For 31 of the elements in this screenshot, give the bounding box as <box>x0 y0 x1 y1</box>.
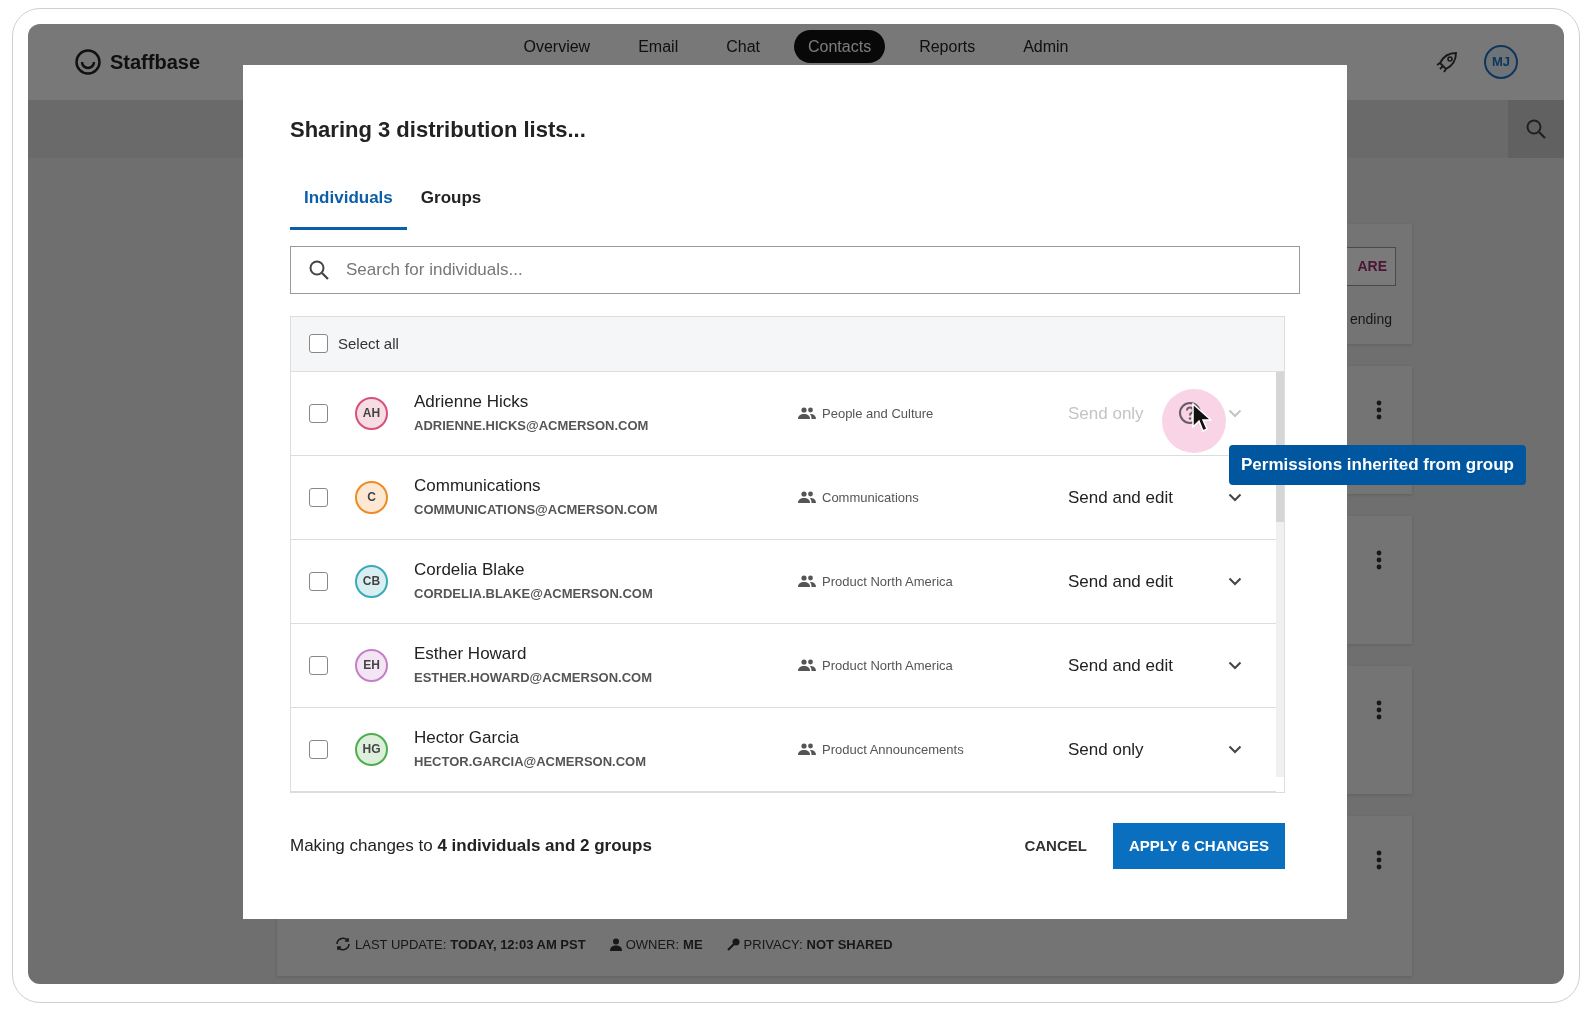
meta-label: OWNER: <box>625 935 680 954</box>
meta-label: LAST UPDATE: <box>355 935 447 954</box>
contact-name: Adrienne Hicks <box>414 391 530 414</box>
group-name: Communications <box>822 488 919 507</box>
avatar: C <box>355 480 388 514</box>
contact-name: Hector Garcia <box>414 727 520 750</box>
contact-email: ADRIENNE.HICKS@ACMERSON.COM <box>414 417 650 436</box>
tooltip: Permissions inherited from group <box>1229 445 1526 485</box>
contact-name: Esther Howard <box>414 643 528 666</box>
meta-value: ME <box>683 935 703 954</box>
contact-name: Cordelia Blake <box>414 559 526 582</box>
group-name: Product North America <box>822 572 953 591</box>
contact-email: ESTHER.HOWARD@ACMERSON.COM <box>414 669 653 688</box>
group-name: Product North America <box>822 656 953 675</box>
contact-email: COMMUNICATIONS@ACMERSON.COM <box>414 501 659 520</box>
group-name: People and Culture <box>822 404 934 423</box>
group-name: Product Announcements <box>822 740 964 759</box>
status-text: ending <box>1349 310 1392 329</box>
meta-label: PRIVACY: <box>743 935 803 954</box>
changes-summary: Making changes to 4 individuals and 2 groups <box>290 835 653 858</box>
contact-email: HECTOR.GARCIA@ACMERSON.COM <box>414 753 647 772</box>
contact-name: Communications <box>414 475 542 498</box>
avatar: AH <box>355 396 388 430</box>
dialog-title: Sharing 3 distribution lists... <box>290 117 587 144</box>
avatar: HG <box>355 732 388 766</box>
avatar: EH <box>355 648 388 682</box>
meta-value: NOT SHARED <box>806 935 893 954</box>
meta-value: TODAY, 12:03 AM PST <box>450 935 586 954</box>
permission-text: Send only <box>1068 402 1145 425</box>
contact-email: CORDELIA.BLAKE@ACMERSON.COM <box>414 585 654 604</box>
avatar: CB <box>355 564 388 598</box>
